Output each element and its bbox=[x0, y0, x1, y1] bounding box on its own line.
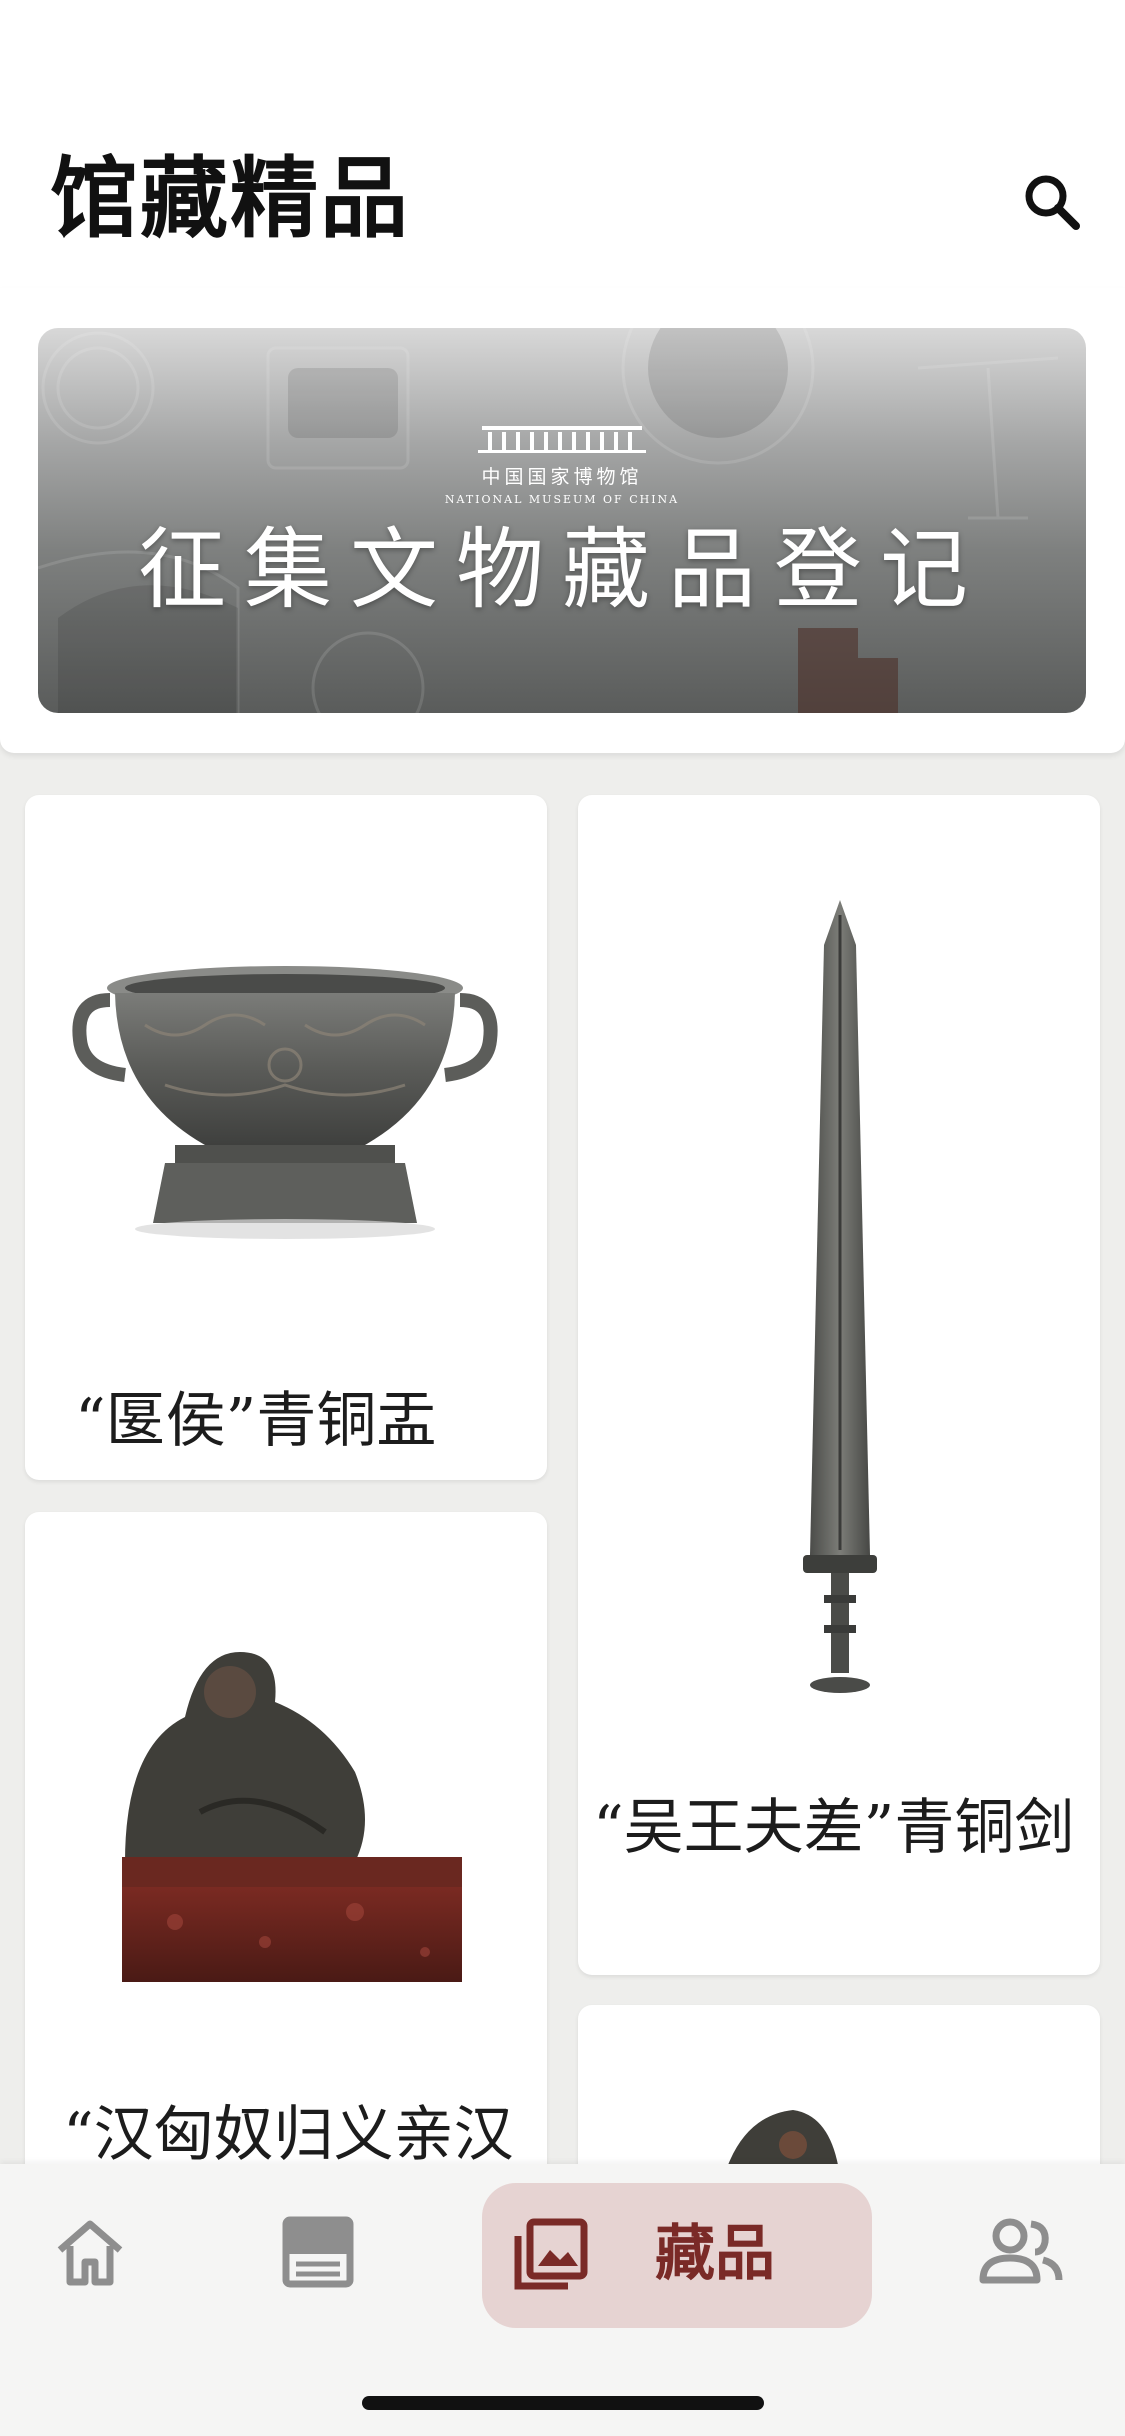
people-icon bbox=[979, 2218, 1063, 2284]
card-caption: “吴王夫差”青铜剑 bbox=[593, 1793, 1075, 1863]
nav-library[interactable] bbox=[278, 2212, 358, 2292]
nav-profile[interactable] bbox=[975, 2212, 1065, 2292]
museum-name-cn: 中国国家博物馆 bbox=[481, 466, 643, 488]
collection-card-sword[interactable]: “吴王夫差”青铜剑 bbox=[578, 795, 1100, 1975]
banner-title: 征集文物藏品登记 bbox=[137, 518, 986, 621]
card-caption: “匽侯”青铜盂 bbox=[75, 1386, 437, 1456]
nav-home[interactable] bbox=[50, 2212, 130, 2292]
nav-collection-label: 藏品 bbox=[655, 2219, 775, 2289]
home-indicator[interactable] bbox=[362, 2396, 764, 2410]
photo-library-icon bbox=[514, 2218, 588, 2290]
museum-building-icon bbox=[478, 426, 646, 453]
search-button[interactable] bbox=[1020, 170, 1084, 234]
museum-name-en: NATIONAL MUSEUM OF CHINA bbox=[444, 493, 680, 506]
museum-logo: 中国国家博物馆 NATIONAL MUSEUM OF CHINA bbox=[38, 420, 1086, 506]
collection-card-seal[interactable]: “汉匈奴归义亲汉 bbox=[25, 1512, 547, 2212]
promo-banner[interactable]: 中国国家博物馆 NATIONAL MUSEUM OF CHINA 征集文物藏品登… bbox=[38, 328, 1086, 713]
collection-card-vessel[interactable]: “匽侯”青铜盂 bbox=[25, 795, 547, 1480]
home-icon bbox=[57, 2220, 123, 2286]
page-title: 馆藏精品 bbox=[50, 146, 411, 250]
search-icon bbox=[1025, 175, 1080, 230]
book-icon bbox=[282, 2216, 354, 2288]
nav-collection-icon-wrap bbox=[510, 2214, 590, 2294]
